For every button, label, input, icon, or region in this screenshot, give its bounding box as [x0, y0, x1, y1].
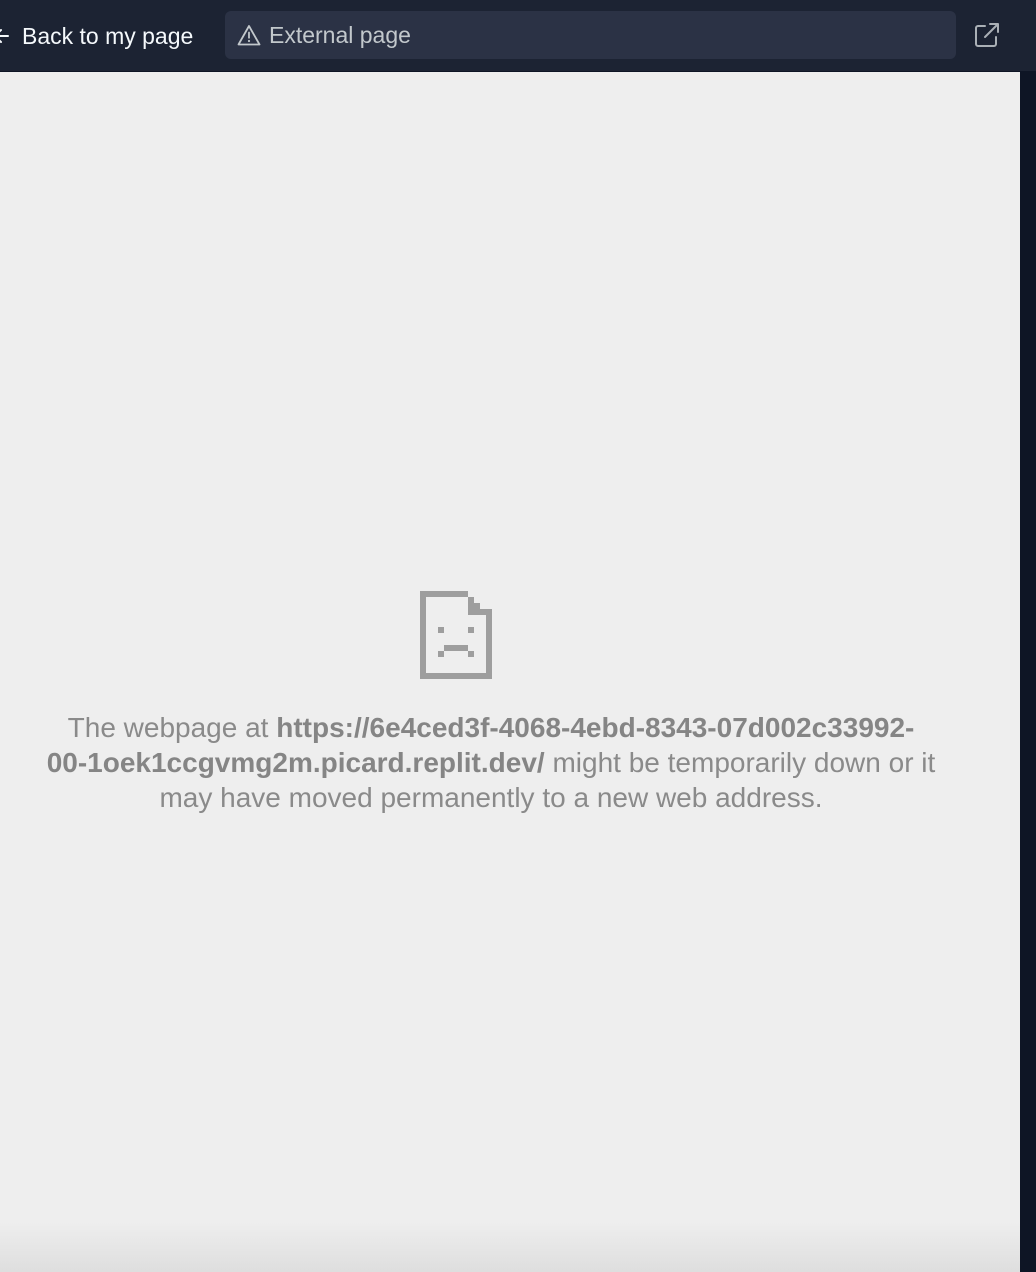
error-url-part-2: 00-1oek1ccgvmg2m.picard.replit.dev/	[46, 747, 545, 778]
sad-document-icon	[420, 591, 492, 679]
external-page-frame[interactable]: The webpage at https://6e4ced3f-4068-4eb…	[0, 72, 1020, 1272]
error-prefix: The webpage at	[67, 712, 277, 743]
back-label: Back to my page	[22, 22, 194, 49]
warning-triangle-icon	[237, 25, 261, 46]
url-bar[interactable]: External page	[225, 11, 956, 59]
error-line-1: The webpage at https://6e4ced3f-4068-4eb…	[0, 710, 999, 745]
error-url-part-1: https://6e4ced3f-4068-4ebd-8343-07d002c3…	[276, 712, 915, 743]
error-suffix: might be temporarily down or it	[544, 747, 936, 778]
arrow-left-icon	[0, 29, 9, 43]
back-to-my-page-button[interactable]: Back to my page	[0, 18, 193, 54]
external-link-icon[interactable]	[972, 20, 1002, 50]
bottom-shade	[0, 1222, 1020, 1272]
error-message: The webpage at https://6e4ced3f-4068-4eb…	[0, 710, 999, 815]
top-bar: Back to my page External page	[0, 0, 1036, 72]
url-label: External page	[269, 21, 411, 48]
right-edge-strip	[1020, 72, 1036, 1272]
error-line-2: 00-1oek1ccgvmg2m.picard.replit.dev/ migh…	[0, 745, 999, 780]
error-line-3: may have moved permanently to a new web …	[159, 782, 823, 813]
